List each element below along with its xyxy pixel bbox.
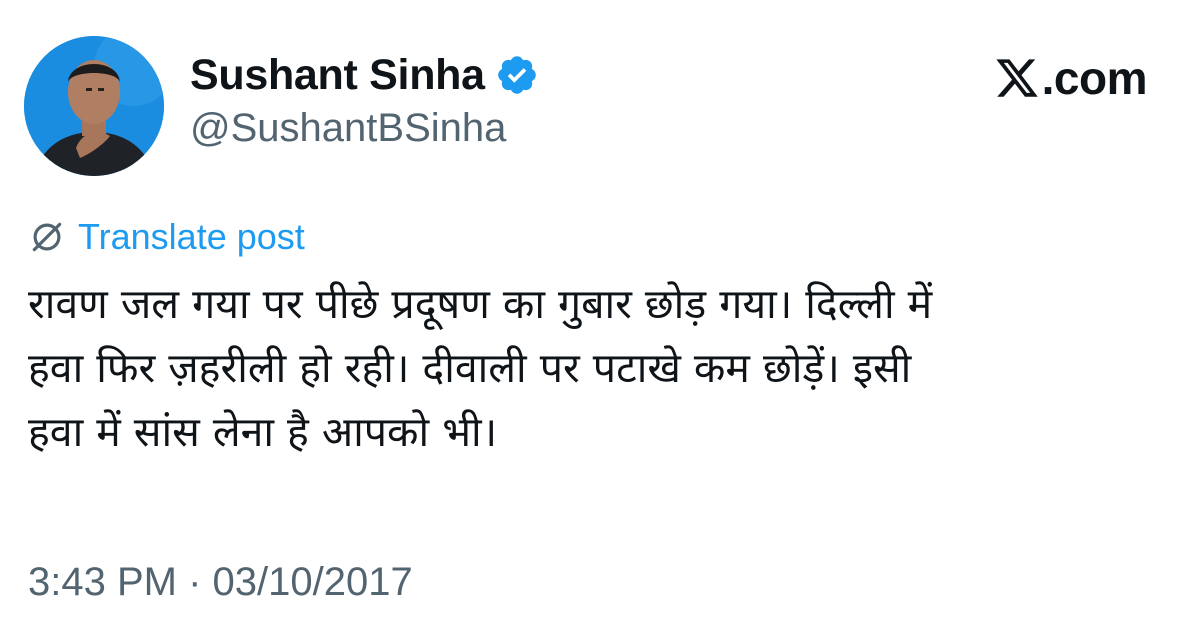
author-avatar[interactable] <box>24 36 164 176</box>
avatar-image <box>24 36 164 176</box>
post-date[interactable]: 03/10/2017 <box>213 560 413 604</box>
post-text-line: रावण जल गया पर पीछे प्रदूषण का गुबार छोड… <box>28 280 933 328</box>
verified-badge-icon <box>497 56 536 94</box>
post-body: रावण जल गया पर पीछे प्रदूषण का गुबार छोड… <box>28 272 1168 464</box>
x-logo-icon <box>996 59 1038 97</box>
post-text-line: हवा में सांस लेना है आपको भी। <box>28 408 498 456</box>
translate-post-link[interactable]: Translate post <box>28 214 305 260</box>
author-name-row[interactable]: Sushant Sinha <box>190 44 539 106</box>
brand-domain-text: .com <box>1041 52 1148 104</box>
brand-logo: .com <box>994 50 1148 106</box>
author-display-name[interactable]: Sushant Sinha <box>190 51 485 100</box>
post-time[interactable]: 3:43 PM <box>28 560 177 604</box>
translate-globe-icon <box>32 222 62 252</box>
post-text-line: हवा फिर ज़हरीली हो रही। दीवाली पर पटाखे … <box>28 344 912 392</box>
translate-post-label[interactable]: Translate post <box>78 216 305 258</box>
author-handle[interactable]: @SushantBSinha <box>190 106 506 151</box>
post-timestamp[interactable]: 3:43 PM · 03/10/2017 <box>28 560 413 605</box>
timestamp-separator: · <box>188 560 202 604</box>
